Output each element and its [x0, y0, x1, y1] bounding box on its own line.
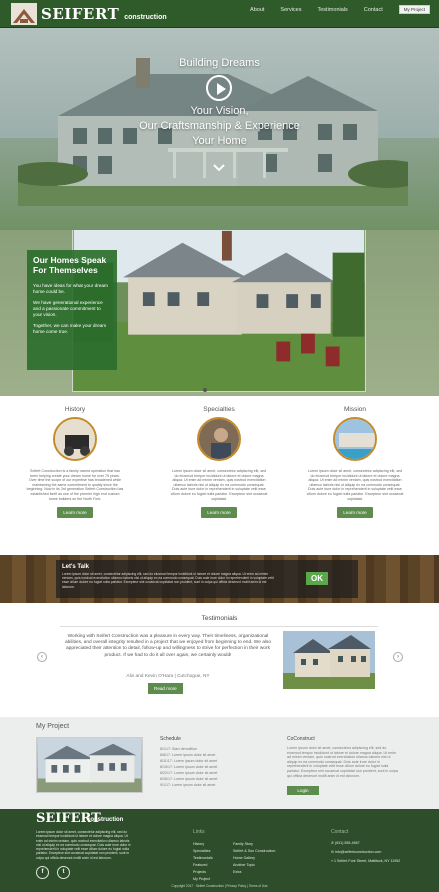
history-column: History Seifert Construction is a family… — [20, 406, 130, 519]
phone-number[interactable]: (631) 555-4567 — [335, 841, 360, 845]
history-title: History — [64, 406, 86, 413]
specialties-text: Lorem ipsum dolor sit amet, consectetur … — [170, 469, 268, 501]
read-more-button[interactable]: Read more — [148, 683, 183, 694]
email-address[interactable]: info@seifertconstruction.com — [335, 850, 381, 854]
my-project-section: My Project Schedule 8/1/17: Start demoli… — [0, 717, 439, 809]
mission-image — [333, 417, 377, 461]
testimonial-author: Alix and Kevin O'Hara | Cutchogue, NY — [126, 674, 210, 679]
homes-paragraph-2: We have generational experience and a pa… — [33, 300, 103, 317]
coconstruct-text: Lorem ipsum dolor sit amet, consectetur … — [287, 746, 398, 778]
history-learn-more-button[interactable]: Learn more — [57, 507, 93, 519]
specialties-learn-more-button[interactable]: Learn more — [201, 507, 237, 519]
footer-link[interactable]: Featured Projects — [193, 862, 213, 876]
schedule-title: Schedule — [160, 736, 181, 742]
testimonial-quote: Working with Seifert Construction was a … — [64, 634, 272, 658]
twitter-icon[interactable]: t — [57, 866, 70, 879]
scroll-down-chevron-icon[interactable] — [212, 163, 226, 173]
footer-link[interactable]: Family Story — [233, 841, 293, 848]
history-image — [53, 417, 97, 461]
lets-talk-heading: Let's Talk — [62, 564, 89, 570]
footer-link[interactable]: Extra — [233, 869, 293, 876]
prev-arrow-icon[interactable]: ‹ — [37, 652, 47, 662]
footer-links: Links History Specialties Testimonials F… — [193, 829, 275, 881]
footer-links-column-1: History Specialties Testimonials Feature… — [193, 841, 213, 883]
play-video-icon[interactable] — [206, 75, 232, 101]
homes-paragraph-3: Together, we can make your dream home co… — [33, 323, 107, 334]
hero-tagline-line-2: Our Craftsmanship & Experience — [139, 120, 300, 132]
mission-column: Mission Lorem ipsum dolor sit amet, cons… — [300, 406, 410, 519]
specialties-column: Specialties Lorem ipsum dolor sit amet, … — [164, 406, 274, 519]
testimonials-divider — [60, 626, 378, 627]
footer-link[interactable]: Home Gallery — [233, 855, 293, 862]
footer-link[interactable]: Testimonials — [193, 855, 213, 862]
features-section: History Seifert Construction is a family… — [0, 400, 439, 550]
roof-logo-icon — [11, 3, 37, 25]
email-row: ✉ info@seifertconstruction.com — [331, 850, 382, 854]
my-project-heading: My Project — [36, 723, 70, 730]
schedule-item: 9/1/17: Lorem ipsum dolor sit amet — [160, 783, 216, 787]
hero-title: Building Dreams — [179, 57, 260, 69]
schedule-panel: Schedule 8/1/17: Start demolition 8/8/17… — [160, 736, 270, 788]
homes-paragraph-1: You have ideas for what your dream home … — [33, 283, 108, 294]
brand-logo[interactable]: SEIFERT construction — [11, 3, 167, 25]
testimonial-house-photo — [283, 631, 375, 689]
footer-link[interactable]: Another Topic — [233, 862, 293, 869]
my-project-photo — [36, 737, 143, 793]
homes-heading: Our Homes Speak For Themselves — [33, 255, 107, 275]
testimonials-section: Testimonials ‹ › Working with Seifert Co… — [0, 603, 439, 715]
footer-contact: Contact ✆ (631) 555-4567 ✉ info@seifertc… — [331, 829, 400, 866]
footer-brand-subtitle: construction — [87, 817, 124, 823]
top-navbar: SEIFERT construction About Services Test… — [0, 0, 439, 28]
nav-link-contact[interactable]: Contact — [364, 7, 383, 13]
phone-row: ✆ (631) 555-4567 — [331, 841, 360, 845]
login-button[interactable]: Login — [287, 786, 319, 795]
my-project-button[interactable]: My Project — [398, 5, 430, 14]
facebook-icon[interactable]: f — [36, 866, 49, 879]
lets-talk-box: Let's Talk Lorem ipsum dolor sit amet, c… — [56, 560, 358, 598]
hero-banner: Building Dreams Your Vision, Our Craftsm… — [0, 28, 439, 230]
carousel-dot[interactable] — [203, 388, 207, 392]
testimonials-heading: Testimonials — [201, 615, 238, 622]
specialties-title: Specialties — [203, 406, 235, 413]
specialties-image — [197, 417, 241, 461]
hero-tagline-line-3: Your Home — [192, 135, 247, 147]
coconstruct-panel: CoConstruct Lorem ipsum dolor sit amet, … — [287, 736, 399, 778]
footer-link[interactable]: My Project — [193, 876, 213, 883]
main-nav: About Services Testimonials Contact My P… — [234, 5, 430, 14]
homes-info-box: Our Homes Speak For Themselves You have … — [27, 250, 117, 370]
history-text: Seifert Construction is a family owned o… — [26, 469, 124, 501]
hero-tagline: Your Vision, Our Craftsmanship & Experie… — [0, 104, 439, 149]
street-address: 1 Seifert Fork Street, Mattituck, NY 119… — [334, 859, 401, 863]
brand-name: SEIFERT — [41, 5, 120, 23]
copyright: Copyright 2017 · Seifert Construction | … — [171, 884, 268, 888]
schedule-list: 8/1/17: Start demolition 8/8/17: Lorem i… — [160, 746, 270, 788]
mission-title: Mission — [343, 406, 367, 413]
ok-button[interactable]: OK — [306, 572, 328, 585]
lets-talk-text: Lorem ipsum dolor sit amet, consectetur … — [62, 572, 274, 589]
coconstruct-title: CoConstruct — [287, 736, 315, 742]
homes-section: Our Homes Speak For Themselves You have … — [0, 230, 439, 396]
footer-about-text: Lorem ipsum dolor sit amet, consectetur … — [36, 830, 131, 860]
nav-link-about[interactable]: About — [250, 7, 264, 13]
footer-links-column-2: Family Story Seifert & Son Construction … — [233, 841, 293, 876]
nav-link-services[interactable]: Services — [280, 7, 301, 13]
site-footer: SEIFERT construction Lorem ipsum dolor s… — [0, 809, 439, 892]
mission-learn-more-button[interactable]: Learn more — [337, 507, 373, 519]
footer-contact-title: Contact — [331, 829, 349, 835]
footer-link[interactable]: Seifert & Son Construction — [233, 848, 293, 855]
hero-tagline-line-1: Your Vision, — [190, 105, 249, 117]
footer-link[interactable]: History — [193, 841, 213, 848]
brand-subtitle: construction — [124, 13, 167, 21]
next-arrow-icon[interactable]: › — [393, 652, 403, 662]
lets-talk-section: Let's Talk Lorem ipsum dolor sit amet, c… — [0, 555, 439, 603]
footer-link[interactable]: Specialties — [193, 848, 213, 855]
address-row: ⌖ 1 Seifert Fork Street, Mattituck, NY 1… — [331, 859, 401, 863]
nav-link-testimonials[interactable]: Testimonials — [318, 7, 348, 13]
mission-text: Lorem ipsum dolor sit amet, consectetur … — [306, 469, 404, 501]
footer-links-title: Links — [193, 829, 205, 835]
